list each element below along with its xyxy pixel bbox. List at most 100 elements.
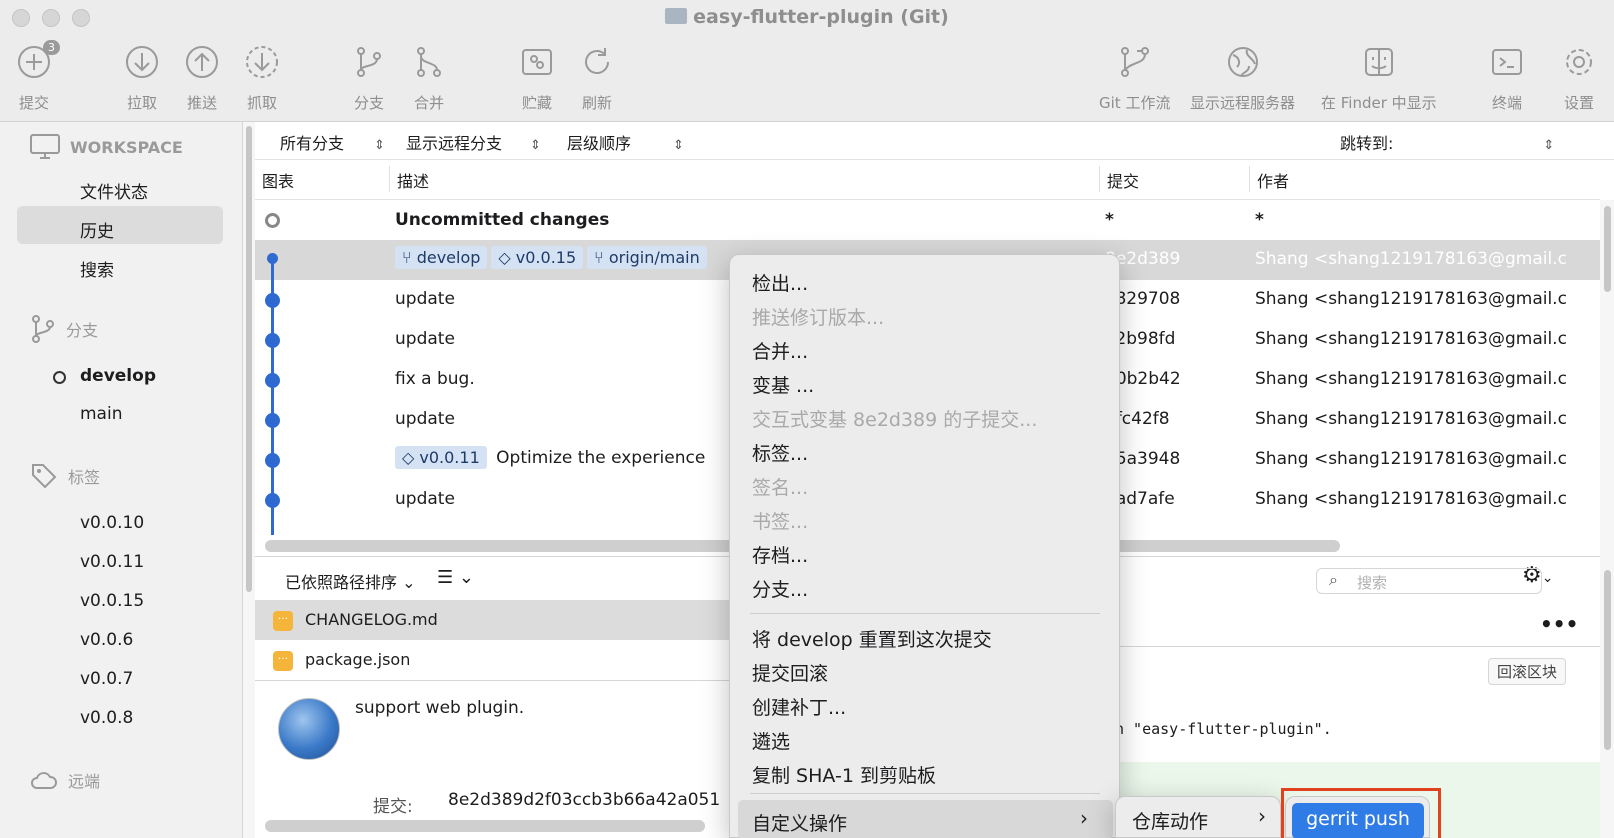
branch-button[interactable]: 分支	[351, 44, 387, 113]
commit-count-badge: 3	[43, 40, 60, 55]
branch-icon	[357, 47, 381, 77]
graph-node	[267, 253, 278, 264]
filter-bar: 所有分支 ⇕ 显示远程分支 ⇕ 层级顺序 ⇕ 跳转到: ⇕	[255, 122, 1614, 160]
sidebar-selection	[17, 206, 223, 244]
sidebar-tag[interactable]: v0.0.10	[80, 513, 144, 533]
commit-button[interactable]: 3 提交	[16, 40, 60, 113]
graph-node	[265, 453, 280, 468]
author-avatar	[278, 698, 340, 760]
sort-by-path-select[interactable]: 已依照路径排序 ⌄	[285, 569, 416, 593]
custom-actions-submenu: 仓库动作 ›	[1115, 796, 1281, 838]
commit-hash-label: 提交:	[373, 797, 413, 817]
menu-item-cherry-pick[interactable]: 遴选	[752, 727, 790, 754]
menu-item-tag[interactable]: 标签...	[752, 439, 808, 466]
menu-item-sign: 签名...	[752, 477, 809, 499]
finder-icon	[1364, 48, 1393, 76]
graph-node	[265, 493, 280, 508]
chevron-right-icon: ›	[1080, 806, 1088, 830]
sidebar-item-search[interactable]: 搜索	[80, 256, 114, 281]
list-view-select[interactable]: ☰ ⌄	[437, 567, 474, 588]
column-description[interactable]: 描述	[397, 168, 429, 192]
sidebar-branch-main[interactable]: main	[80, 404, 122, 424]
column-graph[interactable]: 图表	[262, 168, 294, 192]
more-options-button[interactable]: •••	[1540, 612, 1578, 636]
branch-chip: ⑂ develop	[395, 246, 488, 269]
menu-item-revert[interactable]: 提交回滚	[752, 659, 828, 686]
table-vertical-scrollbar[interactable]	[1600, 200, 1614, 838]
sidebar-tag[interactable]: v0.0.8	[80, 708, 133, 728]
show-in-finder-button[interactable]: 在 Finder 中显示	[1321, 44, 1437, 113]
menu-item-copy-sha[interactable]: 复制 SHA-1 到剪贴板	[752, 761, 936, 788]
folder-icon	[665, 8, 688, 24]
branch-icon	[32, 315, 54, 343]
branch-filter-select[interactable]: 所有分支 ⇕	[280, 130, 385, 154]
rollback-hunk-button[interactable]: 回滚区块	[1488, 658, 1567, 685]
sidebar: WORKSPACE 文件状态 历史 搜索 分支 develop main 标签 …	[0, 122, 243, 838]
sidebar-scrollbar[interactable]	[243, 122, 255, 838]
refresh-icon	[585, 48, 609, 74]
gear-icon	[1566, 49, 1592, 75]
menu-item-custom-actions[interactable]: 自定义操作	[752, 809, 847, 836]
menu-item-checkout[interactable]: 检出...	[752, 269, 808, 296]
git-flow-button[interactable]: Git 工作流	[1099, 44, 1170, 113]
merge-button[interactable]: 合并	[411, 44, 447, 113]
sidebar-branch-develop[interactable]: develop	[80, 366, 156, 386]
terminal-icon	[1492, 49, 1522, 75]
merge-icon	[417, 47, 441, 77]
terminal-button[interactable]: 终端	[1489, 44, 1525, 113]
chevron-right-icon: ›	[1258, 804, 1266, 828]
menu-item-interactive-rebase: 交互式变基 8e2d389 的子提交...	[752, 409, 1038, 431]
menu-item-archive[interactable]: 存档...	[752, 541, 808, 568]
window-title: easy-flutter-plugin (Git)	[0, 6, 1614, 28]
sidebar-tag[interactable]: v0.0.7	[80, 669, 133, 689]
order-filter-select[interactable]: 层级顺序 ⇕	[567, 130, 684, 154]
menu-item-merge[interactable]: 合并...	[752, 337, 808, 364]
sidebar-item-file-status[interactable]: 文件状态	[80, 178, 148, 203]
fetch-button[interactable]: 抓取	[244, 44, 280, 113]
diff-line: h "easy-flutter-plugin".	[1115, 720, 1332, 738]
remotes-header[interactable]: 远端	[30, 768, 100, 792]
app-window: easy-flutter-plugin (Git) 3 提交 拉取 推送 抓取 …	[0, 0, 1614, 838]
column-author[interactable]: 作者	[1257, 168, 1289, 192]
menu-item-reset[interactable]: 将 develop 重置到这次提交	[752, 625, 992, 652]
branches-header[interactable]: 分支	[30, 314, 98, 344]
current-branch-indicator	[53, 371, 66, 384]
file-list-item[interactable]: ··· package.json	[255, 640, 730, 680]
menu-item-branch[interactable]: 分支...	[752, 575, 808, 602]
menu-item-rebase[interactable]: 变基 ...	[752, 371, 814, 398]
detail-horizontal-scrollbar[interactable]	[265, 820, 705, 832]
column-commit[interactable]: 提交	[1107, 168, 1139, 192]
menu-item-repo-actions[interactable]: 仓库动作	[1132, 807, 1208, 834]
show-remote-button[interactable]: 显示远程服务器	[1190, 44, 1295, 113]
tags-header[interactable]: 标签	[30, 462, 100, 490]
jump-to-select[interactable]: 跳转到: ⇕	[1340, 130, 1554, 154]
tag-icon	[32, 464, 57, 489]
toolbar: easy-flutter-plugin (Git) 3 提交 拉取 推送 抓取 …	[0, 0, 1614, 122]
graph-node	[265, 373, 280, 388]
table-row-uncommitted[interactable]: Uncommitted changes * *	[255, 201, 1600, 241]
menu-separator	[750, 613, 1100, 614]
pull-button[interactable]: 拉取	[124, 44, 160, 113]
graph-node	[265, 333, 280, 348]
sidebar-item-history[interactable]: 历史	[80, 217, 114, 242]
git-flow-icon	[1120, 47, 1149, 77]
menu-item-bookmark: 书签...	[752, 511, 809, 533]
file-list-item[interactable]: ··· CHANGELOG.md	[255, 600, 730, 640]
push-button[interactable]: 推送	[184, 44, 220, 113]
monitor-icon	[30, 134, 60, 159]
stash-button[interactable]: 贮藏	[519, 44, 555, 113]
graph-node-uncommitted	[265, 213, 280, 228]
sidebar-tag[interactable]: v0.0.6	[80, 630, 133, 650]
menu-separator	[750, 793, 1100, 794]
refresh-button[interactable]: 刷新	[579, 44, 615, 113]
tag-chip: ◇ v0.0.15	[491, 246, 584, 269]
search-icon: ⌕	[1329, 570, 1338, 589]
remote-filter-select[interactable]: 显示远程分支 ⇕	[406, 130, 541, 154]
workspace-header: WORKSPACE	[30, 134, 183, 160]
search-input[interactable]: ⌕ 搜索	[1316, 568, 1542, 594]
menu-item-create-patch[interactable]: 创建补丁...	[752, 693, 846, 720]
settings-button[interactable]: 设置	[1561, 44, 1597, 113]
annotation-highlight-box	[1281, 788, 1441, 838]
sidebar-tag[interactable]: v0.0.11	[80, 552, 144, 572]
sidebar-tag[interactable]: v0.0.15	[80, 591, 144, 611]
